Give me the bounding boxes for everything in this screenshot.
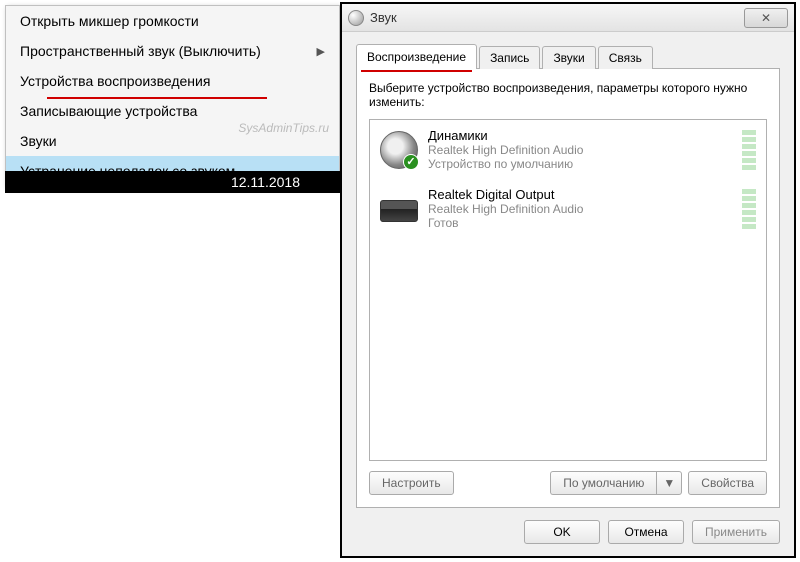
menu-item-playback-devices[interactable]: Устройства воспроизведения [6, 66, 339, 96]
menu-item-spatial-sound[interactable]: Пространственный звук (Выключить) ▶ [6, 36, 339, 66]
close-icon: ✕ [761, 11, 771, 25]
set-default-button[interactable]: По умолчанию [550, 471, 656, 495]
device-info: Realtek Digital Output Realtek High Defi… [428, 187, 732, 230]
device-desc: Realtek High Definition Audio [428, 143, 732, 157]
device-status: Устройство по умолчанию [428, 157, 732, 171]
tab-communications[interactable]: Связь [598, 46, 653, 69]
default-check-icon: ✓ [403, 154, 419, 170]
chevron-right-icon: ▶ [317, 45, 325, 58]
annotation-red-underline [361, 70, 472, 72]
device-list[interactable]: ✓ Динамики Realtek High Definition Audio… [369, 119, 767, 461]
set-default-split-button: По умолчанию ▼ [550, 471, 682, 495]
tab-label: Связь [609, 51, 642, 65]
menu-item-label: Пространственный звук (Выключить) [20, 43, 261, 59]
tab-recording[interactable]: Запись [479, 46, 540, 69]
device-action-buttons: Настроить По умолчанию ▼ Свойства [369, 471, 767, 495]
sound-icon [348, 10, 364, 26]
titlebar-left: Звук [348, 10, 397, 26]
tab-sounds[interactable]: Звуки [542, 46, 595, 69]
tab-content-playback: Выберите устройство воспроизведения, пар… [356, 68, 780, 508]
device-desc: Realtek High Definition Audio [428, 202, 732, 216]
ok-button[interactable]: OK [524, 520, 600, 544]
device-item-speakers[interactable]: ✓ Динамики Realtek High Definition Audio… [370, 120, 766, 179]
configure-button[interactable]: Настроить [369, 471, 454, 495]
dialog-buttons: OK Отмена Применить [356, 520, 780, 544]
menu-item-open-mixer[interactable]: Открыть микшер громкости [6, 6, 339, 36]
chevron-down-icon: ▼ [663, 476, 675, 490]
properties-button[interactable]: Свойства [688, 471, 767, 495]
titlebar[interactable]: Звук ✕ [342, 4, 794, 32]
window-body: Воспроизведение Запись Звуки Связь Выбер… [342, 32, 794, 556]
set-default-dropdown-button[interactable]: ▼ [656, 471, 682, 495]
apply-button[interactable]: Применить [692, 520, 780, 544]
device-item-digital-output[interactable]: Realtek Digital Output Realtek High Defi… [370, 179, 766, 238]
instruction-text: Выберите устройство воспроизведения, пар… [369, 81, 767, 109]
sound-dialog-window: Звук ✕ Воспроизведение Запись Звуки Связ… [340, 2, 796, 558]
menu-item-label: Записывающие устройства [20, 103, 197, 119]
window-title: Звук [370, 10, 397, 25]
menu-item-label: Устройства воспроизведения [20, 73, 210, 89]
menu-item-label: Звуки [20, 133, 57, 149]
device-name: Динамики [428, 128, 732, 143]
speaker-icon: ✓ [380, 131, 418, 169]
annotation-red-underline [47, 97, 267, 99]
cancel-button[interactable]: Отмена [608, 520, 684, 544]
device-info: Динамики Realtek High Definition Audio У… [428, 128, 732, 171]
tabs-row: Воспроизведение Запись Звуки Связь [356, 44, 780, 69]
tab-label: Воспроизведение [367, 50, 466, 64]
digital-output-icon [380, 190, 418, 228]
taskbar-date: 12.11.2018 [231, 174, 300, 190]
tab-playback[interactable]: Воспроизведение [356, 44, 477, 69]
level-meter [742, 189, 756, 229]
device-status: Готов [428, 216, 732, 230]
level-meter [742, 130, 756, 170]
tab-label: Звуки [553, 51, 584, 65]
tab-label: Запись [490, 51, 529, 65]
menu-item-label: Открыть микшер громкости [20, 13, 199, 29]
watermark-text: SysAdminTips.ru [238, 121, 329, 135]
device-name: Realtek Digital Output [428, 187, 732, 202]
close-button[interactable]: ✕ [744, 8, 788, 28]
taskbar-fragment: 12.11.2018 [5, 171, 340, 193]
sound-context-menu: Открыть микшер громкости Пространственны… [5, 5, 340, 187]
